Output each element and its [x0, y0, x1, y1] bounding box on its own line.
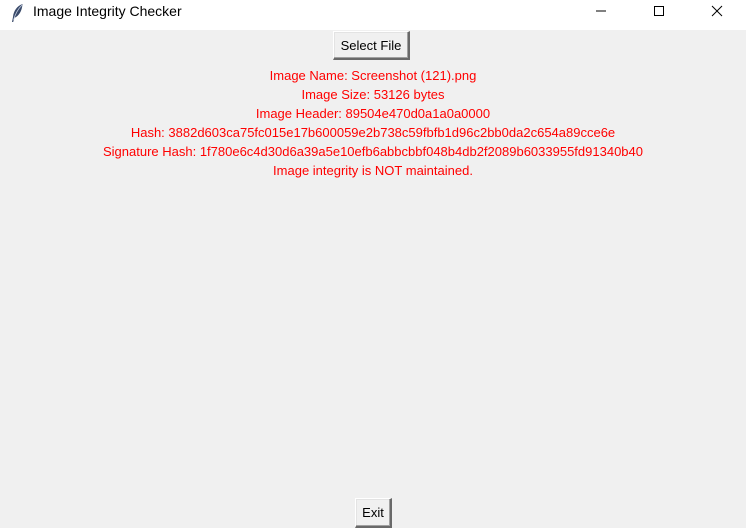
image-header-label: Image Header: 89504e470d0a1a0a0000 — [255, 106, 491, 121]
window-title: Image Integrity Checker — [33, 3, 182, 19]
integrity-status-label: Image integrity is NOT maintained. — [273, 163, 473, 178]
signature-hash-label: Signature Hash: 1f780e6c4d30d6a39a5e10ef… — [102, 144, 643, 159]
image-info-panel: Image Name: Screenshot (121).png Image S… — [0, 66, 746, 180]
maximize-button[interactable] — [630, 0, 688, 22]
maximize-icon — [653, 5, 665, 17]
minimize-button[interactable] — [572, 0, 630, 22]
image-size-label: Image Size: 53126 bytes — [301, 87, 445, 102]
minimize-icon — [595, 5, 607, 17]
image-name-label: Image Name: Screenshot (121).png — [269, 68, 477, 83]
title-bar[interactable]: Image Integrity Checker — [0, 0, 746, 30]
exit-button[interactable]: Exit — [355, 498, 392, 528]
close-icon — [711, 5, 723, 17]
hash-label: Hash: 3882d603ca75fc015e17b600059e2b738c… — [130, 125, 616, 140]
select-file-button[interactable]: Select File — [333, 31, 410, 60]
app-window: Image Integrity Checker Select File Imag… — [0, 0, 746, 528]
close-button[interactable] — [688, 0, 746, 22]
feather-icon — [10, 3, 24, 23]
